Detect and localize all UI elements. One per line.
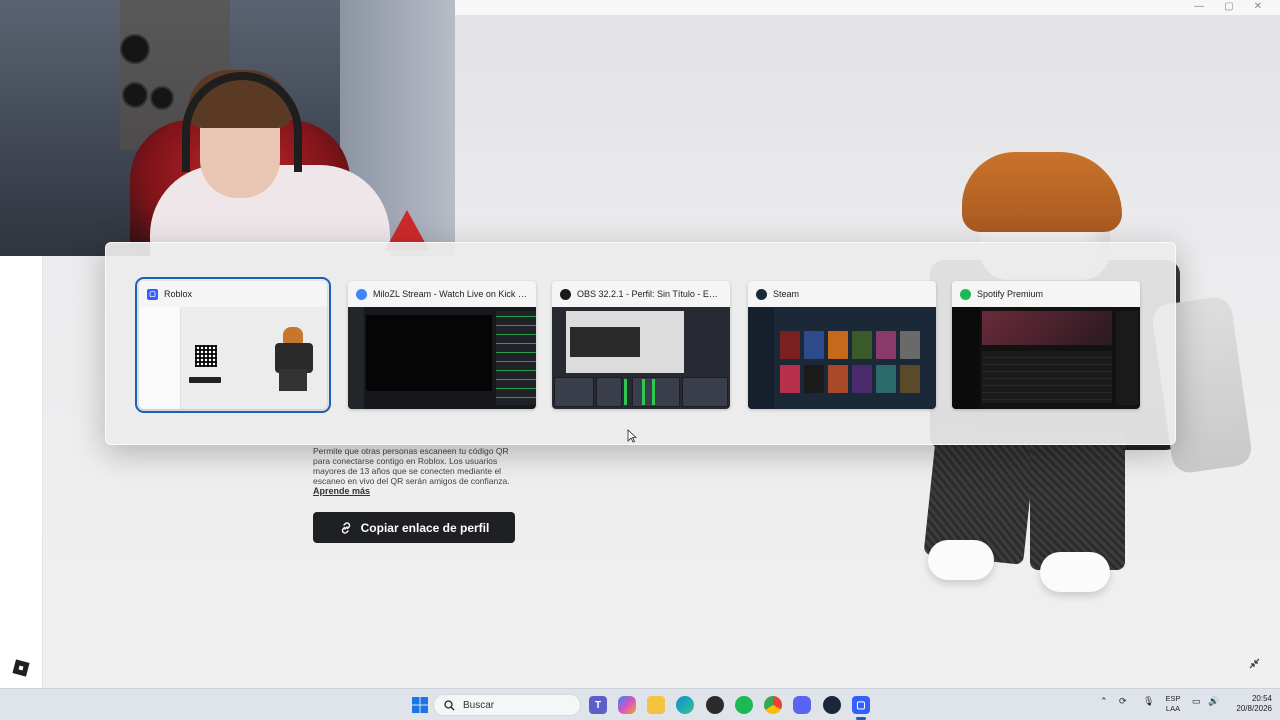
vinyl-record xyxy=(150,86,174,110)
switcher-window-kick[interactable]: MiloZL Stream - Watch Live on Kick - Goo… xyxy=(348,281,536,409)
obs-icon xyxy=(560,288,571,300)
teams-icon[interactable]: T xyxy=(589,696,607,714)
search-icon xyxy=(444,699,455,710)
window-title: Steam xyxy=(773,289,800,299)
roblox-icon[interactable]: ▢ xyxy=(852,696,870,714)
link-icon xyxy=(341,521,350,534)
steam-icon xyxy=(756,288,767,300)
discord-icon[interactable] xyxy=(793,696,811,714)
window-thumbnail xyxy=(348,307,536,409)
window-title-bar: Steam xyxy=(748,281,936,307)
taskbar-search[interactable]: Buscar xyxy=(433,694,581,716)
search-placeholder: Buscar xyxy=(463,699,495,711)
edge-icon[interactable] xyxy=(676,696,694,714)
window-title-bar: ▢ Roblox xyxy=(139,281,327,307)
avatar-shoe xyxy=(928,540,994,580)
copy-profile-link-button[interactable]: Copiar enlace de perfil xyxy=(313,512,515,543)
roblox-icon: ▢ xyxy=(147,288,158,300)
keyboard-layout: LAA xyxy=(1165,704,1181,713)
task-switcher: ▢ Roblox MiloZL Stream - Watch Live on K… xyxy=(105,242,1176,445)
clock[interactable]: 20:54 20/8/2026 xyxy=(1226,694,1272,714)
switcher-window-obs[interactable]: OBS 32.2.1 - Perfil: Sin Título - Escena… xyxy=(552,281,730,409)
window-title: Spotify Premium xyxy=(977,289,1044,299)
steam-icon[interactable] xyxy=(823,696,841,714)
window-title: OBS 32.2.1 - Perfil: Sin Título - Escena… xyxy=(577,289,722,299)
window-title-bar: MiloZL Stream - Watch Live on Kick - Goo… xyxy=(348,281,536,307)
chrome-icon[interactable] xyxy=(764,696,782,714)
language-indicator[interactable]: ESP LAA xyxy=(1165,694,1181,714)
learn-more-link[interactable]: Aprende más xyxy=(313,486,370,496)
volume-icon[interactable]: 🔊 xyxy=(1208,696,1219,707)
switcher-window-spotify[interactable]: Spotify Premium xyxy=(952,281,1140,409)
switcher-window-roblox[interactable]: ▢ Roblox xyxy=(135,277,331,413)
network-icon[interactable]: ▭ xyxy=(1192,696,1201,707)
avatar-shoe xyxy=(1040,552,1110,592)
window-thumbnail xyxy=(552,307,730,409)
obs-icon[interactable] xyxy=(706,696,724,714)
webcam-overlay xyxy=(0,0,455,256)
sync-icon[interactable]: ⟳ xyxy=(1119,696,1127,707)
start-icon[interactable] xyxy=(411,696,429,714)
title-bar: — ▢ ✕ xyxy=(455,0,1280,15)
vinyl-record xyxy=(122,82,148,108)
roblox-logo-icon[interactable] xyxy=(12,659,30,677)
avatar-leg xyxy=(1030,430,1125,570)
vinyl-record xyxy=(120,34,150,64)
microphone-icon[interactable]: 🎙 xyxy=(1143,696,1154,707)
clock-time: 20:54 xyxy=(1251,694,1272,703)
minimize-button[interactable]: — xyxy=(1194,1,1204,13)
language-code: ESP xyxy=(1165,694,1181,703)
avatar-hair xyxy=(962,152,1122,232)
window-thumbnail xyxy=(748,307,936,409)
window-title: Roblox xyxy=(164,289,193,299)
taskbar: Buscar T ▢ ⌃ ⟳ 🎙 ESP LAA ▭ 🔊 20:54 20/8/… xyxy=(0,688,1280,720)
chevron-up-icon[interactable]: ⌃ xyxy=(1100,696,1108,707)
copilot-icon[interactable] xyxy=(618,696,636,714)
qr-code-icon xyxy=(195,345,217,367)
copy-profile-link-label: Copiar enlace de perfil xyxy=(360,520,490,535)
collapse-icon[interactable] xyxy=(1248,657,1261,670)
maximize-button[interactable]: ▢ xyxy=(1224,1,1233,13)
window-title: MiloZL Stream - Watch Live on Kick - Goo… xyxy=(373,289,528,299)
window-title-bar: OBS 32.2.1 - Perfil: Sin Título - Escena… xyxy=(552,281,730,307)
spotify-icon xyxy=(960,288,971,300)
close-button[interactable]: ✕ xyxy=(1254,1,1262,13)
clock-date: 20/8/2026 xyxy=(1236,704,1272,713)
file-explorer-icon[interactable] xyxy=(647,696,665,714)
window-title-bar: Spotify Premium xyxy=(952,281,1140,307)
qr-share-description: Permite que otras personas escaneen tu c… xyxy=(313,446,510,486)
switcher-window-steam[interactable]: Steam xyxy=(748,281,936,409)
mouse-cursor-icon xyxy=(627,429,637,443)
spotify-icon[interactable] xyxy=(735,696,753,714)
window-thumbnail xyxy=(139,307,327,409)
chrome-icon xyxy=(356,288,367,300)
window-thumbnail xyxy=(952,307,1140,409)
